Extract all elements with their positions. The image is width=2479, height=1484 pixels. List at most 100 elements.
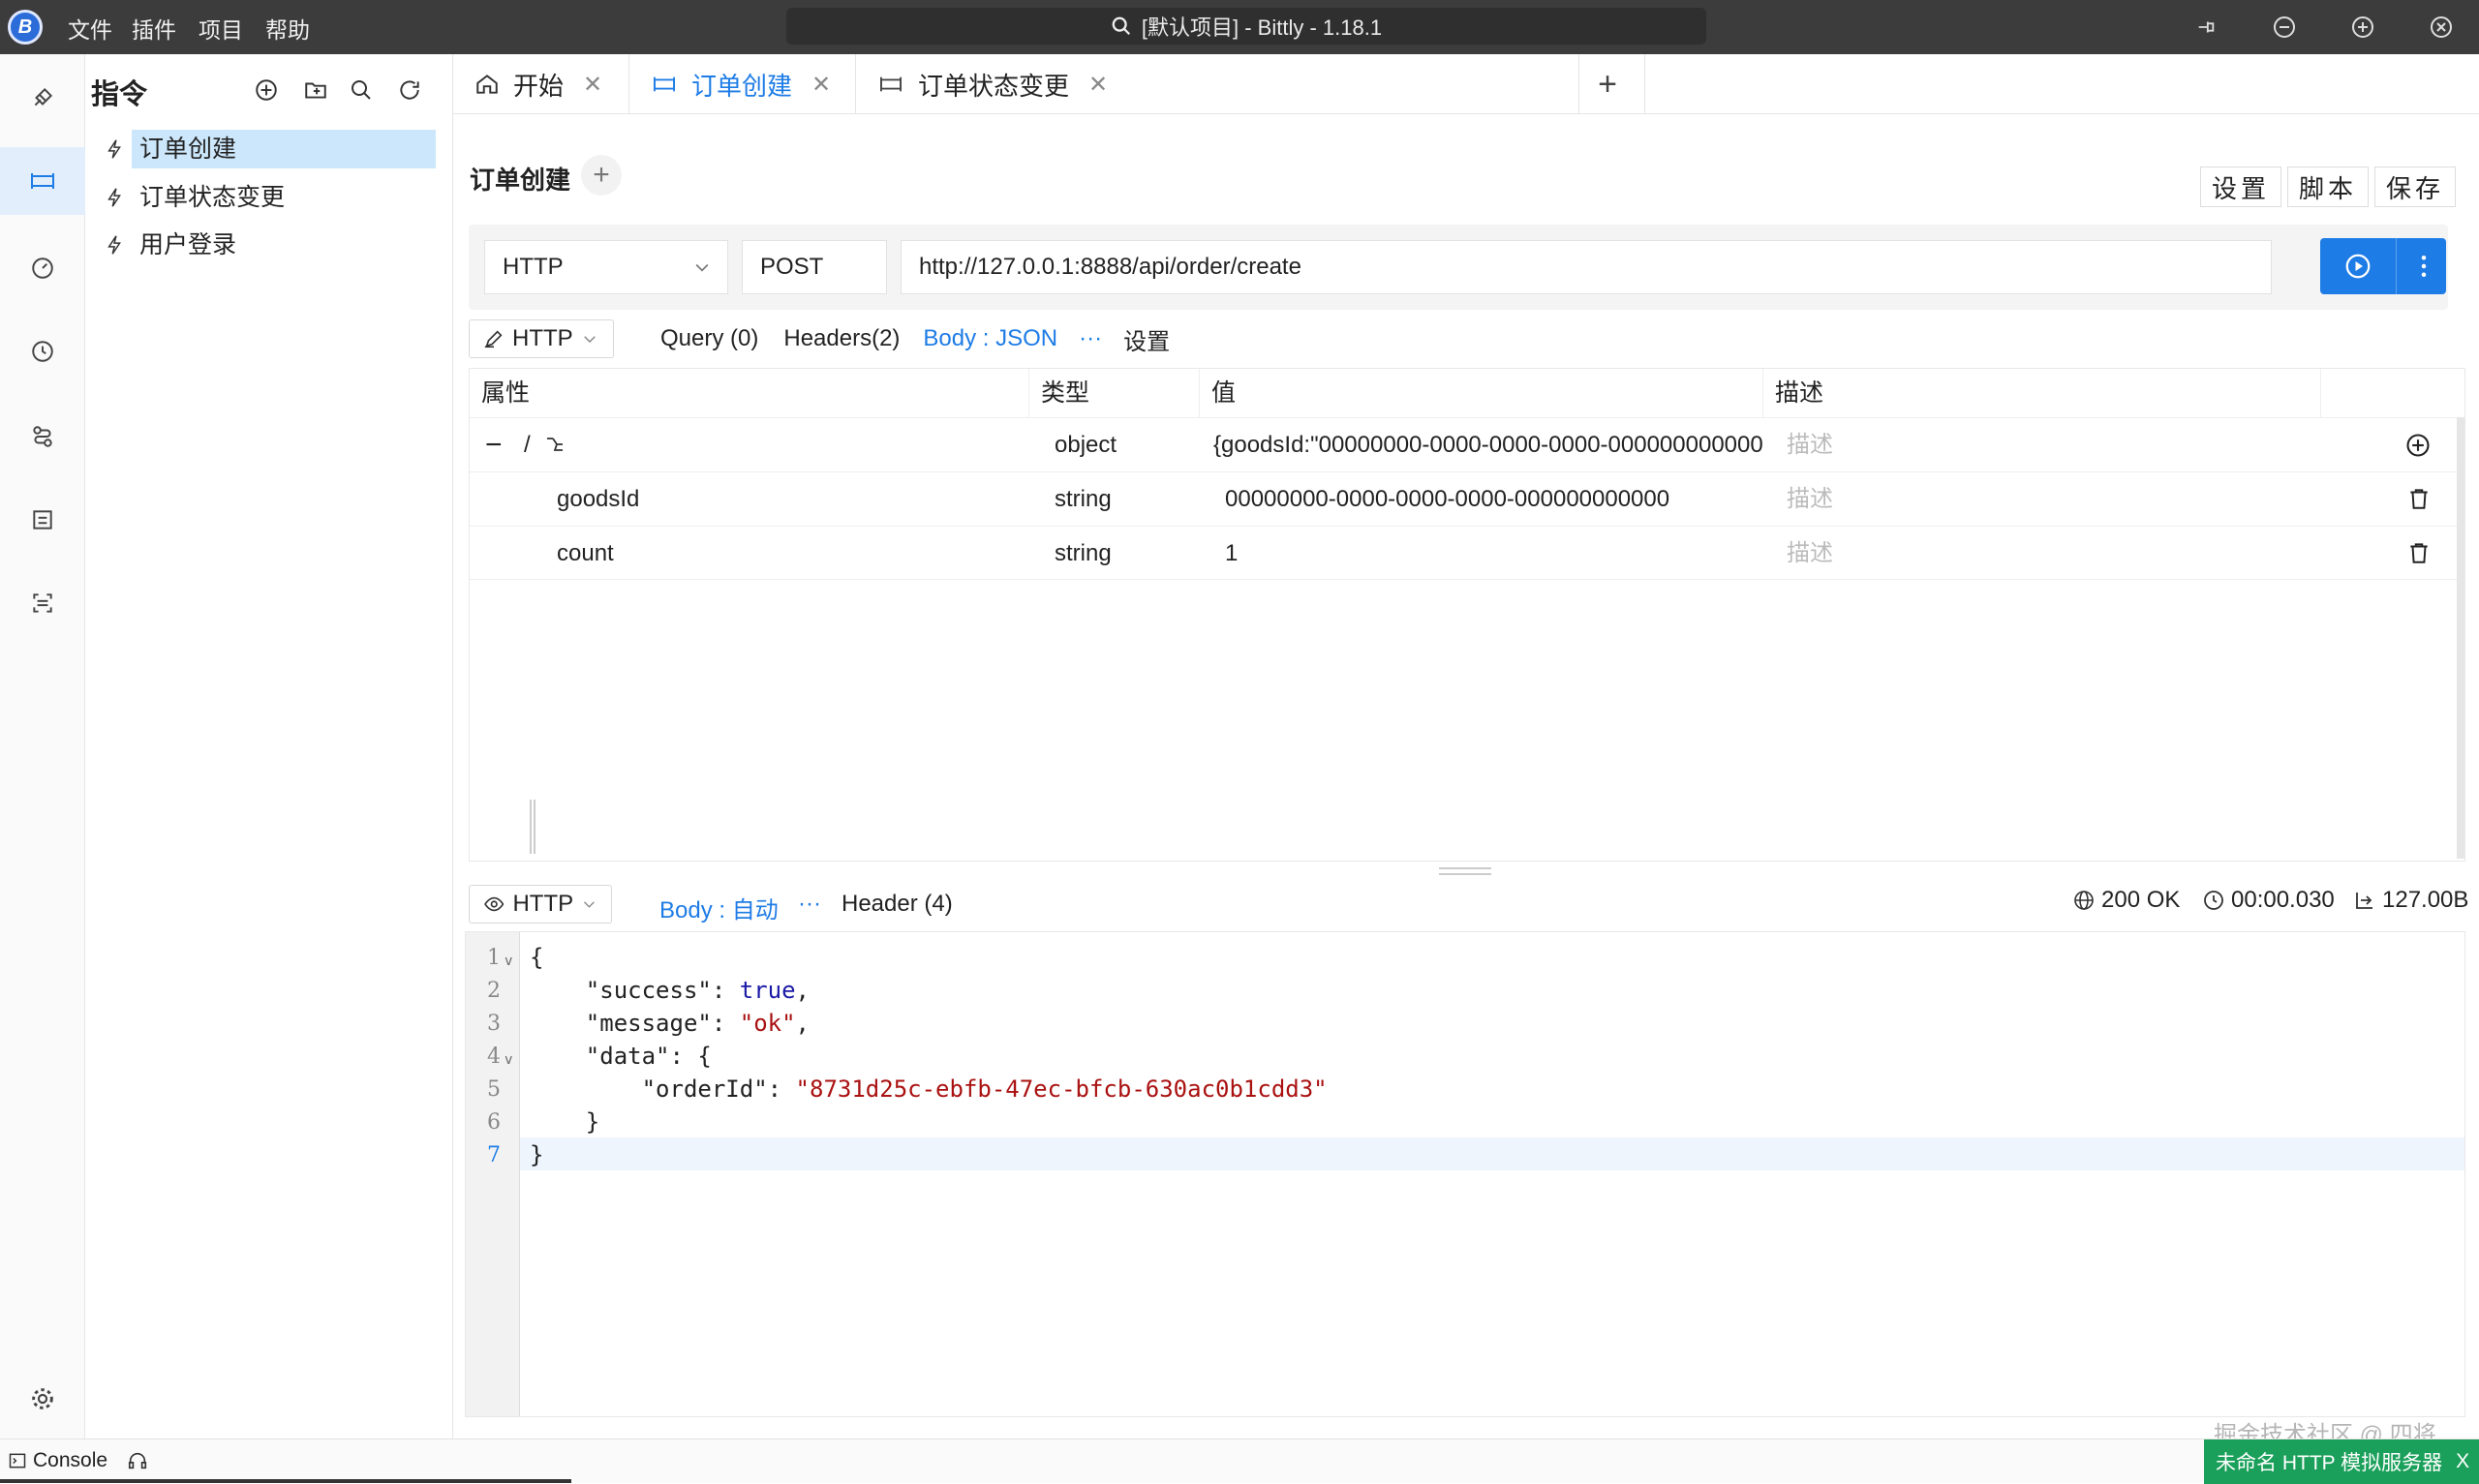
row-description[interactable]: 描述 xyxy=(1787,418,1833,472)
chevron-down-icon xyxy=(583,336,596,344)
more-menu[interactable]: ··· xyxy=(1079,325,1102,352)
close-icon[interactable]: ✕ xyxy=(1088,71,1108,99)
statusbar-accent-line xyxy=(0,1479,571,1483)
sidebar-item-label: 订单创建 xyxy=(132,130,436,168)
activity-dashboard[interactable] xyxy=(0,234,85,302)
close-icon[interactable]: ✕ xyxy=(811,71,831,99)
pin-icon[interactable] xyxy=(2192,14,2219,41)
menu-plugins[interactable]: 插件 xyxy=(132,12,176,45)
activity-panel[interactable] xyxy=(0,486,85,554)
column-header-type: 类型 xyxy=(1029,369,1200,417)
row-value[interactable]: 00000000-0000-0000-0000-000000000000 xyxy=(1225,472,1669,527)
code-token: "ok" xyxy=(739,1010,796,1037)
line-gutter: 1 v 2 3 4 v 5 6 7 xyxy=(466,932,520,1416)
code-line: { xyxy=(530,944,543,971)
add-folder-button[interactable] xyxy=(299,74,332,106)
close-icon[interactable]: X xyxy=(2456,1450,2469,1473)
tab-order-status[interactable]: 订单状态变更 ✕ xyxy=(856,54,1580,114)
response-mode-select[interactable]: HTTP xyxy=(469,885,612,924)
close-icon[interactable]: ✕ xyxy=(583,71,602,99)
tab-home[interactable]: 开始 ✕ xyxy=(453,54,629,114)
add-tab-button[interactable]: + xyxy=(1580,62,1635,106)
maximize-icon[interactable] xyxy=(2349,14,2376,41)
trash-icon[interactable] xyxy=(2406,540,2432,565)
tab-order-create[interactable]: 订单创建 ✕ xyxy=(629,54,856,114)
activity-history[interactable] xyxy=(0,318,85,385)
line-number: 3 xyxy=(487,1012,501,1036)
tab-settings[interactable]: 设置 xyxy=(1123,322,1170,356)
activity-scanner[interactable] xyxy=(0,569,85,637)
column-header-property: 属性 xyxy=(470,369,1029,417)
line-number: 5 xyxy=(487,1077,501,1102)
url-input[interactable]: http://127.0.0.1:8888/api/order/create xyxy=(901,240,2272,294)
play-icon xyxy=(2345,254,2371,279)
code-token: } xyxy=(585,1108,600,1136)
tab-body[interactable]: Body : JSON xyxy=(923,325,1057,352)
code-token: true xyxy=(739,977,796,1004)
time-text: 00:00.030 xyxy=(2231,887,2335,913)
tab-query[interactable]: Query (0) xyxy=(660,325,758,352)
script-button[interactable]: 脚本 xyxy=(2287,167,2369,207)
more-menu[interactable]: ··· xyxy=(798,891,821,918)
search-icon xyxy=(1112,16,1130,36)
row-description[interactable]: 描述 xyxy=(1787,527,1833,581)
console-button[interactable]: Console xyxy=(8,1449,148,1472)
tab-response-body[interactable]: Body : 自动 xyxy=(659,891,779,924)
settings-button[interactable]: 设置 xyxy=(2200,167,2281,207)
refresh-button[interactable] xyxy=(393,74,426,106)
line-number: 7 xyxy=(487,1143,501,1167)
save-button[interactable]: 保存 xyxy=(2374,167,2456,207)
tab-response-header[interactable]: Header (4) xyxy=(842,891,953,918)
response-toolbar: HTTP Body : 自动 ··· Header (4) 200 OK 00:… xyxy=(469,883,2468,925)
mock-server-badge[interactable]: 未命名 HTTP 模拟服务器 X xyxy=(2204,1439,2479,1484)
tab-headers[interactable]: Headers(2) xyxy=(783,325,900,352)
method-field[interactable]: POST xyxy=(742,240,887,294)
send-button[interactable] xyxy=(2320,238,2446,294)
fold-icon[interactable]: v xyxy=(505,954,512,969)
row-description[interactable]: 描述 xyxy=(1787,472,1833,527)
menu-file[interactable]: 文件 xyxy=(68,12,112,45)
row-name: goodsId xyxy=(557,486,640,512)
code-token: { xyxy=(530,944,544,971)
headset-icon[interactable] xyxy=(127,1450,148,1471)
protocol-select[interactable]: HTTP xyxy=(484,240,728,294)
response-time: 00:00.030 xyxy=(2202,887,2335,914)
api-icon xyxy=(880,76,902,92)
fold-icon[interactable]: v xyxy=(505,1052,512,1068)
activity-api[interactable] xyxy=(0,147,85,215)
add-command-button[interactable] xyxy=(250,74,283,106)
activity-settings[interactable] xyxy=(0,1365,85,1433)
tab-divider xyxy=(1578,54,1579,114)
row-value[interactable]: {goodsId:"00000000-0000-0000-0000-000000… xyxy=(1213,418,1765,472)
row-value[interactable]: 1 xyxy=(1225,527,1238,581)
response-body-editor[interactable]: 1 v 2 3 4 v 5 6 7 { "success": true, "me… xyxy=(465,931,2465,1417)
search-command-button[interactable] xyxy=(345,74,378,106)
request-mode-select[interactable]: HTTP xyxy=(469,319,614,358)
add-circle-icon[interactable] xyxy=(2404,432,2432,459)
gauge-icon xyxy=(32,257,53,279)
command-center[interactable]: [默认项目] - Bittly - 1.18.1 xyxy=(786,8,1706,45)
panel-resize-handle[interactable] xyxy=(1439,867,1491,875)
trash-icon[interactable] xyxy=(2406,486,2432,511)
bolt-icon xyxy=(99,186,132,209)
sidebar-item-user-login[interactable]: 用户登录 xyxy=(99,224,447,266)
line-number: 6 xyxy=(487,1110,501,1135)
collapse-icon[interactable]: − xyxy=(485,418,503,472)
clock-icon xyxy=(32,341,53,362)
sidebar-item-order-status[interactable]: 订单状态变更 xyxy=(99,176,447,219)
close-window-icon[interactable] xyxy=(2428,14,2455,41)
activity-serial[interactable] xyxy=(0,64,85,132)
home-icon xyxy=(476,75,498,94)
minimize-icon[interactable] xyxy=(2271,14,2298,41)
line-number: 1 xyxy=(487,946,501,970)
menu-project[interactable]: 项目 xyxy=(199,12,243,45)
activity-bar xyxy=(0,54,85,1439)
menu-help[interactable]: 帮助 xyxy=(265,12,310,45)
scrollbar[interactable] xyxy=(2457,417,2464,859)
sidebar-item-order-create[interactable]: 订单创建 xyxy=(99,128,447,170)
activity-flow[interactable] xyxy=(0,403,85,470)
more-vertical-icon[interactable] xyxy=(2409,252,2438,281)
search-icon xyxy=(352,80,371,100)
add-request-button[interactable]: + xyxy=(581,155,622,196)
add-circle-icon xyxy=(256,79,277,101)
